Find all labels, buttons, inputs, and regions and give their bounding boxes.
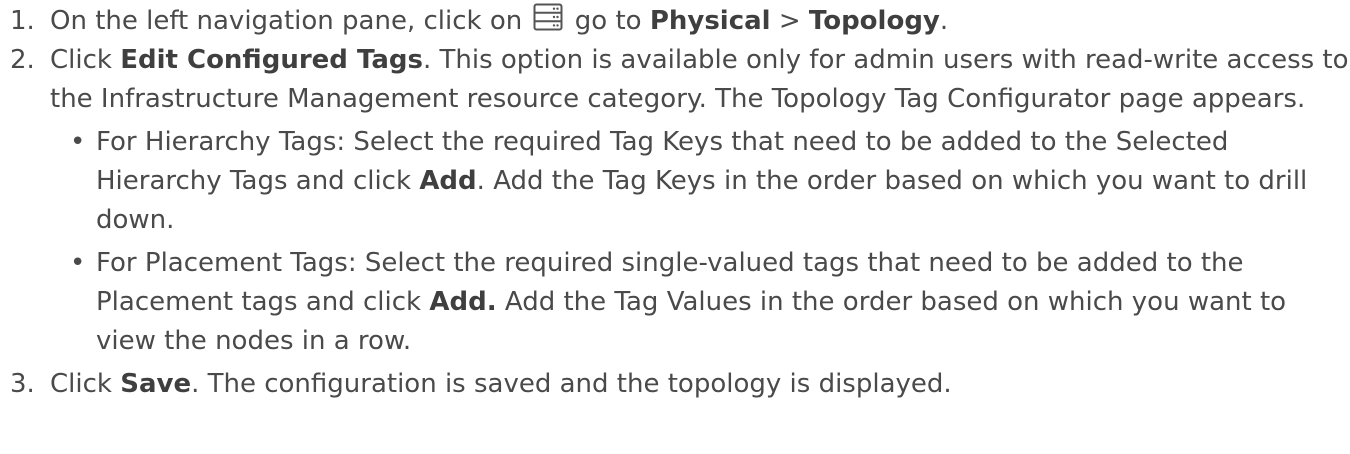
bullet: • <box>70 127 86 157</box>
step-text: On the left navigation pane, click on <box>50 6 523 36</box>
add-label: Add <box>419 166 477 196</box>
menu-physical: Physical <box>649 6 771 36</box>
bullet: • <box>70 248 86 278</box>
step-number: 2. <box>10 45 35 75</box>
step-text: go to <box>574 6 642 36</box>
sub-list: • For Hierarchy Tags: Select the require… <box>50 123 1350 361</box>
add-label: Add. <box>429 287 497 317</box>
menu-topology: Topology <box>808 6 940 36</box>
step-text: . The configuration is saved and the top… <box>191 369 952 399</box>
step-text: Click <box>50 369 112 399</box>
list-item: • For Hierarchy Tags: Select the require… <box>50 123 1350 240</box>
instructions-document: 1. On the left navigation pane, click on… <box>0 2 1350 454</box>
step-item: 3. Click Save. The configuration is save… <box>0 365 1350 404</box>
step-number: 1. <box>10 6 35 36</box>
edit-configured-tags-label: Edit Configured Tags <box>120 45 423 75</box>
step-text: . <box>939 6 949 36</box>
list-item: • For Placement Tags: Select the require… <box>50 244 1350 361</box>
step-item: 1. On the left navigation pane, click on… <box>0 2 1350 41</box>
server-stack-icon <box>533 3 563 31</box>
step-text: Click <box>50 45 112 75</box>
breadcrumb-separator: > <box>778 6 801 36</box>
step-number: 3. <box>10 369 35 399</box>
save-label: Save <box>120 369 192 399</box>
steps-list: 1. On the left navigation pane, click on… <box>0 2 1350 404</box>
step-item: 2. Click Edit Configured Tags. This opti… <box>0 41 1350 361</box>
